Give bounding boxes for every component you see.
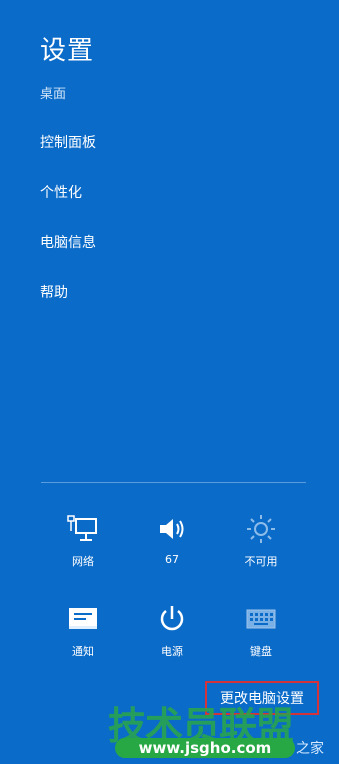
menu-item-control-panel[interactable]: 控制面板 <box>40 132 96 182</box>
watermark-url: www.jsgho.com <box>115 738 295 758</box>
network-label: 网络 <box>72 555 94 568</box>
context-subtitle: 桌面 <box>40 87 67 102</box>
power-tile[interactable]: 电源 <box>137 603 207 659</box>
volume-level: 67 <box>165 553 179 566</box>
keyboard-tile[interactable]: 键盘 <box>226 603 296 659</box>
settings-menu: 控制面板 个性化 电脑信息 帮助 <box>40 132 96 332</box>
keyboard-icon <box>226 603 296 635</box>
power-label: 电源 <box>161 645 183 658</box>
notifications-tile[interactable]: 通知 <box>48 603 118 659</box>
volume-tile[interactable]: 67 <box>137 513 207 566</box>
page-title: 设置 <box>40 36 95 66</box>
notifications-label: 通知 <box>72 645 94 658</box>
settings-charm-panel: 设置 桌面 控制面板 个性化 电脑信息 帮助 网络 67 不可用 通知 电源 键… <box>0 0 339 764</box>
watermark-tail: 之家 <box>296 741 324 757</box>
network-tile[interactable]: 网络 <box>48 513 118 569</box>
volume-icon <box>137 513 207 545</box>
menu-item-personalization[interactable]: 个性化 <box>40 182 96 232</box>
network-icon <box>48 513 118 545</box>
power-icon <box>137 603 207 635</box>
brightness-tile[interactable]: 不可用 <box>226 513 296 569</box>
keyboard-label: 键盘 <box>250 645 272 658</box>
menu-item-help[interactable]: 帮助 <box>40 282 96 332</box>
change-pc-settings-button[interactable]: 更改电脑设置 <box>205 681 319 715</box>
brightness-icon <box>226 513 296 545</box>
divider <box>41 482 306 483</box>
menu-item-pc-info[interactable]: 电脑信息 <box>40 232 96 282</box>
notifications-icon <box>48 603 118 635</box>
brightness-label: 不可用 <box>244 555 278 568</box>
